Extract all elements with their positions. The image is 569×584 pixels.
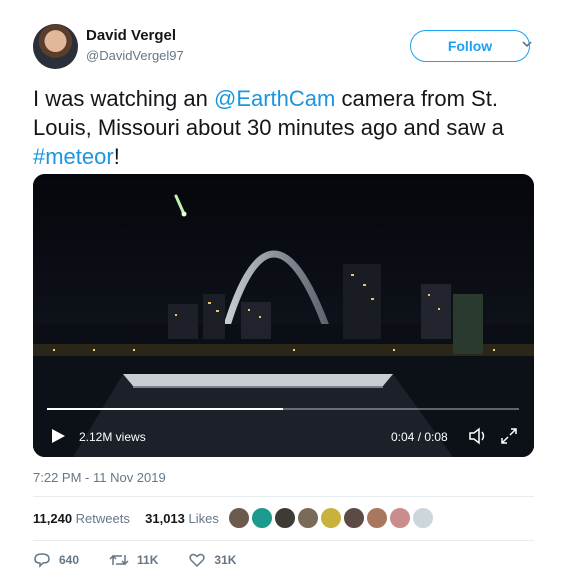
like-button[interactable]: 31K — [188, 551, 236, 569]
tweet-text-part: ! — [113, 144, 120, 169]
liker-avatar[interactable] — [250, 506, 274, 530]
hashtag-link[interactable]: #meteor — [33, 144, 114, 169]
liker-avatar[interactable] — [296, 506, 320, 530]
liker-avatar[interactable] — [388, 506, 412, 530]
chevron-down-icon[interactable] — [520, 37, 534, 51]
follow-button[interactable]: Follow — [410, 30, 530, 62]
author-avatar[interactable] — [33, 24, 78, 69]
retweet-count[interactable]: 11,240 — [33, 511, 72, 526]
tweet-text: I was watching an @EarthCam camera from … — [33, 84, 543, 171]
retweet-label[interactable]: Retweets — [76, 511, 130, 526]
reply-button[interactable]: 640 — [33, 551, 79, 569]
video-progress-fill — [47, 408, 283, 410]
video-player[interactable]: 2.12M views 0:04 / 0:08 — [33, 174, 534, 457]
liker-avatar[interactable] — [342, 506, 366, 530]
like-label[interactable]: Likes — [189, 511, 219, 526]
play-icon[interactable] — [49, 427, 67, 445]
liker-avatar[interactable] — [411, 506, 435, 530]
video-time: 0:04 / 0:08 — [391, 430, 448, 444]
tweet-actions: 640 11K 31K — [33, 551, 266, 569]
author-name[interactable]: David Vergel — [86, 27, 176, 44]
like-count[interactable]: 31,013 — [145, 511, 185, 526]
like-action-count: 31K — [214, 553, 237, 567]
volume-icon[interactable] — [468, 427, 488, 445]
author-handle[interactable]: @DavidVergel97 — [86, 48, 184, 63]
retweet-button[interactable]: 11K — [109, 551, 158, 569]
liker-avatar[interactable] — [365, 506, 389, 530]
video-progress-track[interactable] — [47, 408, 519, 410]
video-frame — [33, 174, 534, 457]
liker-avatar[interactable] — [227, 506, 251, 530]
view-count: 2.12M views — [79, 430, 146, 444]
tweet-timestamp[interactable]: 7:22 PM - 11 Nov 2019 — [33, 470, 166, 485]
divider — [33, 540, 534, 541]
liker-avatar[interactable] — [319, 506, 343, 530]
engagement-stats: 11,240 Retweets 31,013 Likes — [33, 511, 219, 526]
retweet-icon — [109, 554, 129, 566]
retweet-action-count: 11K — [137, 553, 159, 567]
liker-avatar[interactable] — [273, 506, 297, 530]
heart-icon — [189, 553, 206, 568]
reply-icon — [34, 553, 50, 568]
reply-count: 640 — [59, 553, 80, 567]
divider — [33, 496, 534, 497]
mention-link[interactable]: @EarthCam — [214, 86, 335, 111]
liker-avatars[interactable] — [227, 506, 435, 530]
tweet-text-part: I was watching an — [33, 86, 214, 111]
fullscreen-icon[interactable] — [499, 426, 519, 446]
